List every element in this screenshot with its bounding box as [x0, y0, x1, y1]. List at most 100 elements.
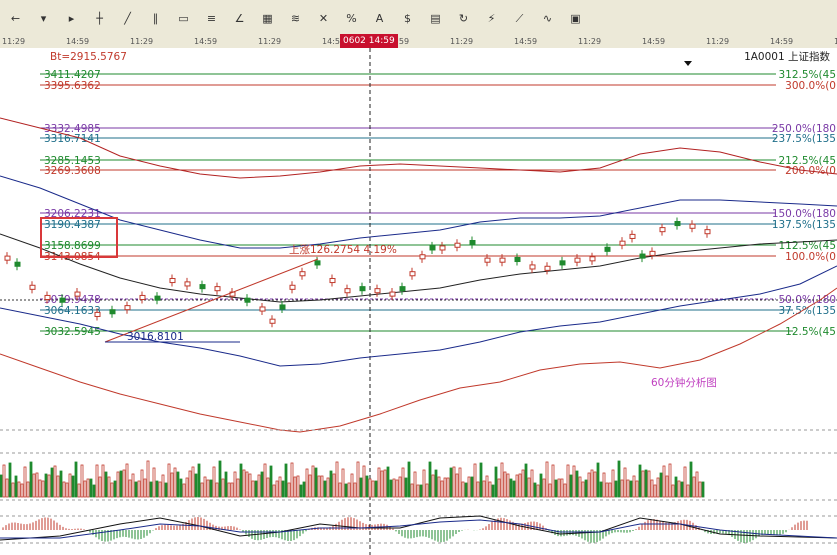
- crosshair-icon[interactable]: ┼: [92, 11, 107, 26]
- candle-body: [139, 294, 146, 301]
- volume-bar: [86, 478, 90, 498]
- grid-tool-icon[interactable]: ▦: [260, 11, 275, 26]
- volume-bar: [248, 473, 252, 498]
- volume-bar: [200, 482, 204, 498]
- volume-bar: [497, 478, 501, 498]
- speed-icon[interactable]: ⚡: [484, 11, 499, 26]
- volume-bar: [98, 476, 102, 498]
- candle-body: [399, 286, 406, 292]
- price-icon[interactable]: $: [400, 11, 415, 26]
- candle-body: [574, 257, 581, 263]
- volume-bar: [389, 479, 393, 498]
- volume-bar: [647, 470, 651, 498]
- candle-body: [429, 245, 436, 251]
- volume-bar: [332, 473, 336, 498]
- volume-bar: [92, 484, 96, 498]
- volume-bar: [254, 480, 258, 498]
- volume-bar: [221, 478, 225, 498]
- candle-body: [214, 286, 221, 292]
- candle-body: [199, 284, 206, 290]
- fib-percent-label: 300.0%(0: [785, 80, 836, 92]
- fib-price-label: 3064.1633: [44, 305, 101, 317]
- candle-body: [299, 271, 306, 277]
- volume-bar: [620, 479, 624, 498]
- symbol-label: 1A0001 上证指数: [744, 50, 830, 63]
- delete-tool-icon[interactable]: ✕: [316, 11, 331, 26]
- volume-bar: [650, 479, 654, 498]
- line-tool-icon[interactable]: ╱: [120, 11, 135, 26]
- volume-bar: [116, 471, 120, 498]
- volume-bar: [53, 465, 57, 498]
- candle-body: [94, 311, 101, 317]
- volume-bar: [617, 460, 621, 498]
- volume-bar: [581, 481, 585, 498]
- volume-bar: [203, 476, 207, 498]
- volume-bar: [233, 471, 237, 498]
- text-icon[interactable]: A: [372, 11, 387, 26]
- volume-bar: [677, 480, 681, 498]
- cursor-icon[interactable]: ▸: [64, 11, 79, 26]
- volume-bar: [428, 461, 432, 498]
- volume-bar: [263, 463, 267, 498]
- volume-bar: [362, 465, 366, 498]
- volume-bar: [569, 474, 573, 498]
- upper-band-line: [0, 117, 837, 179]
- volume-bar: [344, 483, 348, 498]
- volume-bar: [20, 483, 24, 498]
- fib-price-label: 3032.5945: [44, 326, 101, 338]
- candle-body: [314, 260, 321, 266]
- fan-icon[interactable]: ⟋: [512, 11, 527, 26]
- volume-bar: [416, 484, 420, 498]
- volume-bar: [149, 481, 153, 498]
- gann-tool-icon[interactable]: ∠: [232, 11, 247, 26]
- dropdown-arrow-icon[interactable]: [684, 61, 692, 66]
- volume-bar: [671, 484, 675, 498]
- volume-bar: [272, 484, 276, 498]
- candle-body: [124, 305, 131, 311]
- wave-icon[interactable]: ∿: [540, 11, 555, 26]
- rectangle-tool-icon[interactable]: ▭: [176, 11, 191, 26]
- volume-bar: [467, 476, 471, 498]
- volume-bar: [383, 469, 387, 498]
- volume-bar: [401, 467, 405, 498]
- percent-icon[interactable]: %: [344, 11, 359, 26]
- volume-bar: [563, 483, 567, 498]
- volume-bar: [689, 461, 693, 498]
- volume-bar: [413, 471, 417, 498]
- cycle-icon[interactable]: ↻: [456, 11, 471, 26]
- volume-bar: [407, 461, 411, 498]
- box-icon[interactable]: ▣: [568, 11, 583, 26]
- candlestick-chart[interactable]: Bt=2915.5767 1A0001 上证指数3411.4207 312.5%(4…: [0, 48, 837, 555]
- volume-bar: [419, 484, 423, 498]
- fib-tool-icon[interactable]: ≡: [204, 11, 219, 26]
- time-tick-label: 11:29: [450, 37, 474, 46]
- volume-bar: [0, 474, 3, 498]
- candle-body: [279, 304, 286, 310]
- time-tick-label: 14:59: [194, 37, 218, 46]
- candle-body: [269, 318, 276, 324]
- volume-bar: [539, 473, 543, 498]
- volume-bar: [440, 480, 444, 498]
- mid-upper-band-line: [0, 175, 837, 249]
- candle-body: [344, 288, 351, 294]
- volume-bar: [227, 482, 231, 498]
- volume-bar: [74, 461, 78, 498]
- regression-tool-icon[interactable]: ≋: [288, 11, 303, 26]
- candle-body: [484, 257, 491, 263]
- volume-bar: [38, 479, 42, 498]
- volume-bar: [443, 477, 447, 498]
- channel-tool-icon[interactable]: ∥: [148, 11, 163, 26]
- volume-bar: [59, 470, 63, 498]
- volume-bar: [635, 480, 639, 498]
- volume-bar: [686, 484, 690, 498]
- arrow-down-icon[interactable]: ▾: [36, 11, 51, 26]
- volume-bar: [479, 462, 483, 498]
- arrow-left-icon[interactable]: ←: [8, 11, 23, 26]
- calendar-icon[interactable]: ▤: [428, 11, 443, 26]
- volume-bar: [485, 475, 489, 498]
- volume-bar: [587, 472, 591, 498]
- volume-bar: [452, 466, 456, 498]
- volume-bar: [317, 475, 321, 498]
- volume-bar: [338, 482, 342, 498]
- volume-bar: [188, 470, 192, 498]
